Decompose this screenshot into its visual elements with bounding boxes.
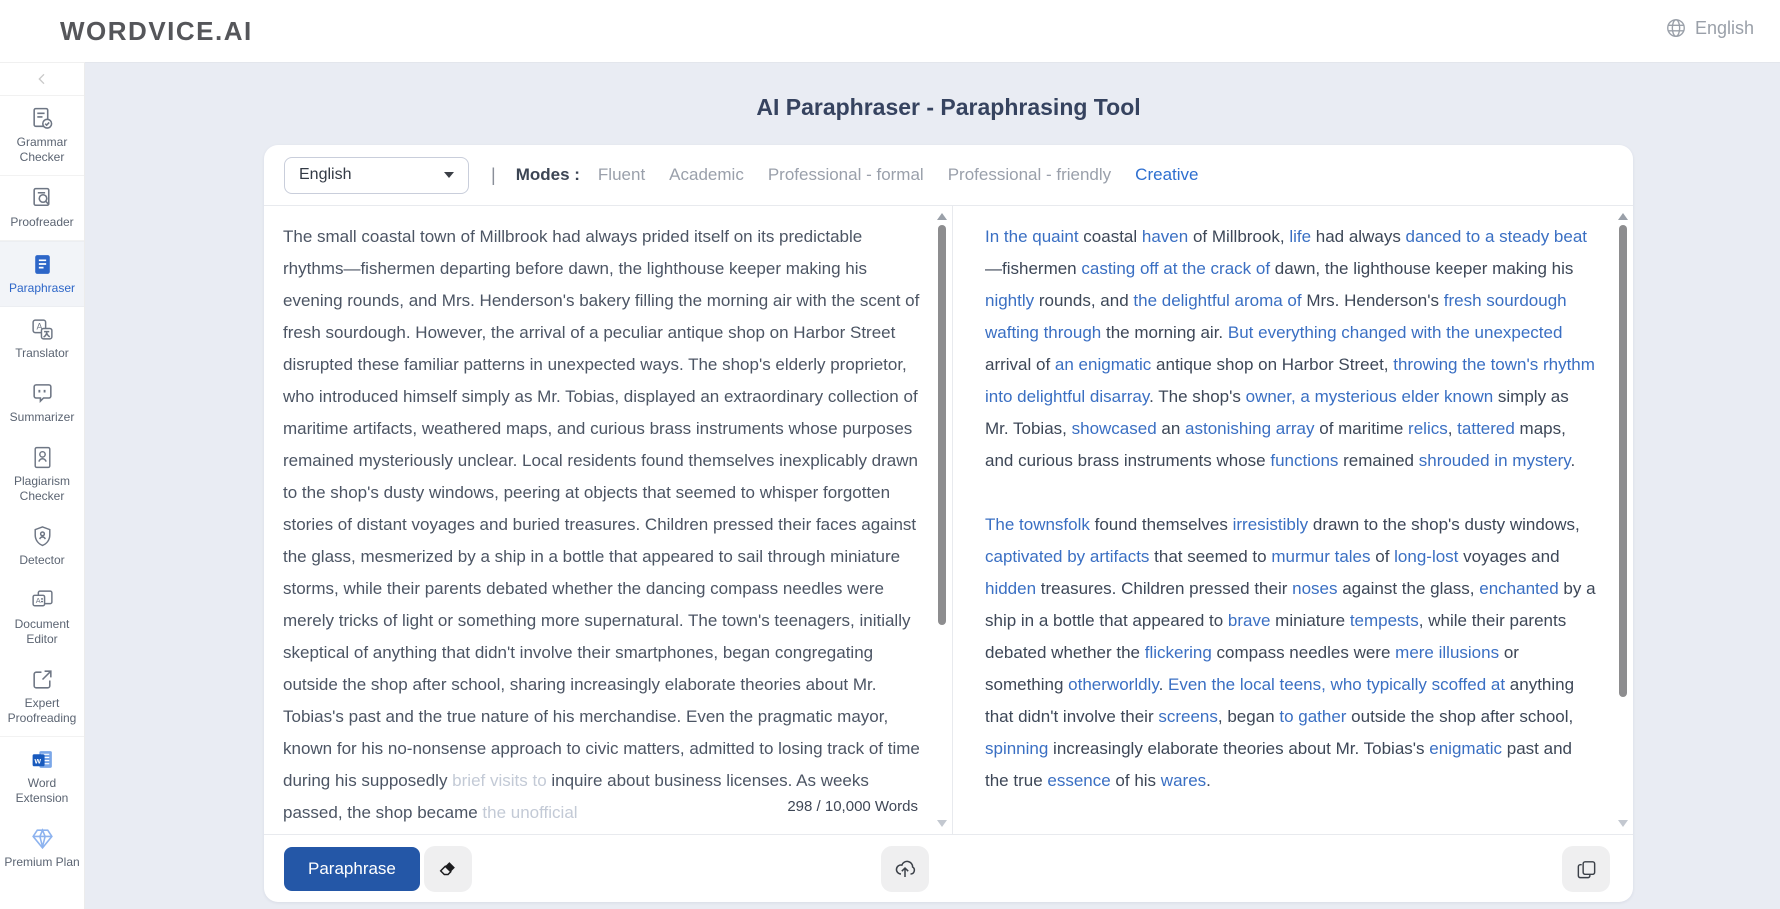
chevron-left-icon bbox=[34, 71, 50, 87]
translator-icon: A bbox=[29, 316, 55, 342]
site-language-label: English bbox=[1695, 18, 1754, 39]
sidebar-item-label: Plagiarism Checker bbox=[2, 474, 82, 504]
sidebar-item-plagiarism-checker[interactable]: Plagiarism Checker bbox=[0, 435, 84, 514]
svg-text:A: A bbox=[35, 596, 40, 605]
mode-academic[interactable]: Academic bbox=[669, 165, 744, 185]
result-scrollbar-thumb[interactable] bbox=[1619, 225, 1627, 697]
expert-proofreading-icon bbox=[29, 666, 55, 692]
editor-panels: The small coastal town of Millbrook had … bbox=[264, 206, 1633, 834]
sidebar-item-translator[interactable]: A Translator bbox=[0, 307, 84, 371]
word-extension-icon: w bbox=[29, 746, 55, 772]
result-panel: In the quaint coastal haven of Millbrook… bbox=[953, 206, 1633, 834]
sidebar-item-label: Summarizer bbox=[10, 410, 75, 425]
chevron-down-icon bbox=[444, 172, 454, 178]
sidebar-item-premium-plan[interactable]: Premium Plan bbox=[0, 816, 84, 880]
sidebar-item-proofreader[interactable]: Proofreader bbox=[0, 176, 84, 241]
paraphraser-icon bbox=[29, 251, 55, 277]
result-text: In the quaint coastal haven of Millbrook… bbox=[966, 206, 1601, 834]
sidebar-item-label: Paraphraser bbox=[9, 281, 75, 296]
paraphraser-card: English | Modes : Fluent Academic Profes… bbox=[264, 145, 1633, 902]
scroll-up-icon[interactable] bbox=[937, 213, 947, 220]
language-select[interactable]: English bbox=[284, 157, 469, 194]
source-panel: The small coastal town of Millbrook had … bbox=[264, 206, 953, 834]
globe-icon bbox=[1665, 17, 1687, 39]
word-count: 298 / 10,000 Words bbox=[779, 795, 920, 818]
mode-creative[interactable]: Creative bbox=[1135, 165, 1198, 185]
document-editor-icon: A bbox=[29, 587, 55, 613]
sidebar-item-summarizer[interactable]: Summarizer bbox=[0, 371, 84, 435]
clear-text-button[interactable] bbox=[424, 846, 472, 892]
language-select-value: English bbox=[299, 166, 351, 184]
source-scrollbar-thumb[interactable] bbox=[938, 225, 946, 625]
sidebar-item-label: Word Extension bbox=[2, 776, 82, 806]
sidebar-item-label: Expert Proofreading bbox=[2, 696, 82, 726]
sidebar-item-label: Premium Plan bbox=[4, 855, 79, 870]
top-header: WORDVICE.AI English bbox=[0, 0, 1780, 62]
mode-professional-formal[interactable]: Professional - formal bbox=[768, 165, 924, 185]
grammar-checker-icon bbox=[29, 105, 55, 131]
sidebar-item-expert-proofreading[interactable]: Expert Proofreading bbox=[0, 657, 84, 737]
collapse-sidebar-button[interactable] bbox=[0, 63, 84, 96]
site-language-selector[interactable]: English bbox=[1665, 17, 1754, 39]
sidebar-item-label: Grammar Checker bbox=[2, 135, 82, 165]
sidebar-item-label: Detector bbox=[19, 553, 64, 568]
wordvice-logo[interactable]: WORDVICE.AI bbox=[60, 16, 253, 47]
cloud-upload-icon bbox=[893, 857, 917, 881]
source-text[interactable]: The small coastal town of Millbrook had … bbox=[264, 206, 924, 834]
sidebar-item-document-editor[interactable]: A Document Editor bbox=[0, 578, 84, 657]
copy-icon bbox=[1575, 858, 1598, 881]
page-title: AI Paraphraser - Paraphrasing Tool bbox=[264, 94, 1633, 121]
scroll-down-icon[interactable] bbox=[1618, 820, 1628, 827]
source-scrollbar bbox=[936, 211, 948, 829]
svg-text:w: w bbox=[33, 755, 41, 765]
mode-professional-friendly[interactable]: Professional - friendly bbox=[948, 165, 1111, 185]
modes-label: Modes : bbox=[516, 165, 580, 185]
premium-plan-icon bbox=[29, 825, 55, 851]
main-content: AI Paraphraser - Paraphrasing Tool Engli… bbox=[85, 62, 1780, 909]
upload-document-button[interactable] bbox=[881, 846, 929, 892]
plagiarism-checker-icon bbox=[29, 444, 55, 470]
paraphraser-toolbar: English | Modes : Fluent Academic Profes… bbox=[264, 145, 1633, 206]
sidebar-item-detector[interactable]: Detector bbox=[0, 514, 84, 578]
sidebar-item-label: Document Editor bbox=[2, 617, 82, 647]
sidebar-item-word-extension[interactable]: w Word Extension bbox=[0, 737, 84, 816]
sidebar-item-paraphraser[interactable]: Paraphraser bbox=[0, 241, 84, 307]
mode-fluent[interactable]: Fluent bbox=[598, 165, 645, 185]
sidebar-item-grammar-checker[interactable]: Grammar Checker bbox=[0, 96, 84, 176]
sidebar-item-label: Translator bbox=[15, 346, 69, 361]
toolbar-separator: | bbox=[491, 165, 496, 186]
scroll-down-icon[interactable] bbox=[937, 820, 947, 827]
summarizer-icon bbox=[29, 380, 55, 406]
scroll-up-icon[interactable] bbox=[1618, 213, 1628, 220]
paraphrase-button[interactable]: Paraphrase bbox=[284, 847, 420, 891]
eraser-icon bbox=[437, 858, 459, 880]
detector-icon bbox=[29, 523, 55, 549]
proofreader-icon bbox=[29, 185, 55, 211]
copy-result-button[interactable] bbox=[1562, 846, 1610, 892]
sidebar-item-label: Proofreader bbox=[10, 215, 73, 230]
sidebar: Grammar Checker Proofreader Paraphraser … bbox=[0, 62, 85, 909]
bottom-action-bar: Paraphrase bbox=[264, 834, 1633, 902]
result-scrollbar bbox=[1617, 211, 1629, 829]
